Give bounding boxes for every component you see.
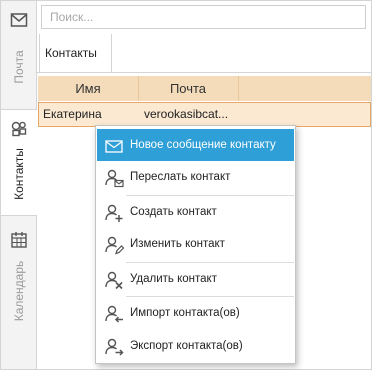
mail-icon <box>105 140 123 153</box>
menu-item-edit-contact[interactable]: Изменить контакт <box>97 228 294 260</box>
tab-contacts-label: Контакты <box>12 148 26 200</box>
column-header-mail[interactable]: Почта <box>138 76 239 101</box>
export-contact-icon <box>105 338 124 356</box>
forward-contact-icon <box>105 169 124 188</box>
tab-calendar-label: Календарь <box>11 260 26 322</box>
menu-item-label: Удалить контакт <box>130 273 217 285</box>
menu-item-export-contacts[interactable]: Экспорт контакта(ов) <box>97 330 294 362</box>
menu-item-label: Создать контакт <box>130 206 217 218</box>
column-header-name[interactable]: Имя <box>38 76 139 101</box>
context-menu: Новое сообщение контакту Переслать конта… <box>95 125 296 364</box>
menu-item-forward-contact[interactable]: Переслать контакт <box>97 161 294 193</box>
table-row[interactable]: Екатерина verookasibcat... <box>38 102 371 127</box>
cell-mail: verookasibcat... <box>144 107 229 121</box>
menu-item-new-message[interactable]: Новое сообщение контакту <box>97 129 294 161</box>
menu-item-label: Изменить контакт <box>130 238 225 250</box>
content-tab-bar: Контакты <box>37 34 371 73</box>
vertical-tab-strip: Почта Контакты Календарь <box>1 1 37 369</box>
menu-item-label: Переслать контакт <box>130 171 231 183</box>
tab-contacts[interactable]: Контакты <box>1 109 37 216</box>
search-box <box>41 5 366 29</box>
contacts-icon <box>11 121 27 137</box>
mail-icon <box>10 13 28 27</box>
search-input[interactable] <box>42 6 365 28</box>
delete-contact-icon <box>105 271 123 290</box>
menu-item-label: Экспорт контакта(ов) <box>130 340 243 352</box>
menu-item-label: Импорт контакта(ов) <box>130 307 240 319</box>
tab-mail[interactable]: Почта <box>1 1 36 109</box>
tab-calendar[interactable]: Календарь <box>1 215 36 325</box>
menu-item-import-contacts[interactable]: Импорт контакта(ов) <box>97 297 294 329</box>
add-contact-icon <box>105 204 123 222</box>
import-contact-icon <box>105 305 123 323</box>
menu-item-create-contact[interactable]: Создать контакт <box>97 196 294 228</box>
menu-item-delete-contact[interactable]: Удалить контакт <box>97 263 294 295</box>
menu-item-label: Новое сообщение контакту <box>130 139 276 151</box>
calendar-icon <box>11 232 27 248</box>
cell-name: Екатерина <box>43 107 102 121</box>
app-window: Почта Контакты Календарь Поиск... Контак… <box>0 0 372 370</box>
tab-contacts-list[interactable]: Контакты <box>39 34 112 72</box>
edit-contact-icon <box>105 236 124 255</box>
table-header: Имя Почта <box>38 76 371 101</box>
tab-mail-label: Почта <box>11 50 26 84</box>
